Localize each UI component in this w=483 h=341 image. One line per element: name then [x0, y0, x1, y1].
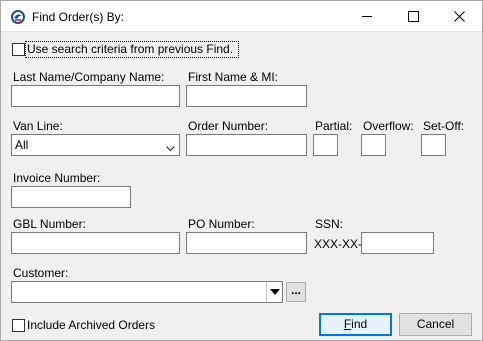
use-previous-label[interactable]: Use search criteria from previous Find.	[27, 42, 233, 56]
close-button[interactable]	[436, 1, 482, 32]
setoff-input[interactable]	[421, 134, 446, 156]
last-name-input[interactable]	[11, 85, 180, 107]
chevron-down-icon	[166, 141, 175, 155]
minimize-icon	[361, 16, 372, 17]
customer-browse-button[interactable]: ...	[286, 282, 306, 302]
van-line-value: All	[15, 138, 29, 152]
include-archived-checkbox[interactable]	[12, 319, 25, 332]
find-button-label: Find	[343, 317, 368, 331]
customer-dropdown-button[interactable]	[266, 282, 282, 302]
customer-combobox[interactable]	[11, 281, 283, 303]
van-line-select[interactable]: All	[11, 134, 180, 156]
invoice-number-input[interactable]	[11, 186, 131, 208]
triangle-down-icon	[270, 289, 280, 295]
find-orders-dialog: Find Order(s) By: Use search criteria fr…	[0, 0, 483, 341]
use-previous-checkbox[interactable]	[12, 43, 25, 56]
gbl-number-input[interactable]	[11, 232, 180, 254]
title-bar: Find Order(s) By:	[1, 1, 482, 32]
order-number-label: Order Number:	[188, 119, 269, 133]
ssn-label: SSN:	[315, 217, 344, 231]
window-title: Find Order(s) By:	[32, 10, 125, 24]
maximize-icon	[407, 11, 419, 22]
gbl-number-label: GBL Number:	[13, 217, 86, 231]
last-name-label: Last Name/Company Name:	[13, 70, 165, 84]
partial-input[interactable]	[313, 134, 338, 156]
minimize-button[interactable]	[344, 1, 390, 32]
find-button[interactable]: Find	[319, 313, 392, 336]
first-name-label: First Name & MI:	[188, 70, 279, 84]
overflow-input[interactable]	[361, 134, 386, 156]
cancel-button-label: Cancel	[416, 317, 455, 331]
setoff-label: Set-Off:	[423, 119, 465, 133]
po-number-label: PO Number:	[188, 217, 255, 231]
partial-label: Partial:	[315, 119, 353, 133]
first-name-input[interactable]	[186, 85, 307, 107]
van-line-label: Van Line:	[13, 119, 63, 133]
cancel-button[interactable]: Cancel	[399, 313, 472, 336]
include-archived-label[interactable]: Include Archived Orders	[27, 318, 155, 332]
ssn-input[interactable]	[361, 232, 434, 254]
maximize-button[interactable]	[390, 1, 436, 32]
po-number-input[interactable]	[186, 232, 307, 254]
customer-label: Customer:	[13, 266, 69, 280]
close-icon	[453, 11, 465, 22]
ssn-prefix: XXX-XX-	[314, 237, 363, 251]
invoice-number-label: Invoice Number:	[13, 171, 101, 185]
order-number-input[interactable]	[186, 134, 307, 156]
app-logo-icon	[10, 9, 26, 25]
overflow-label: Overflow:	[363, 119, 414, 133]
